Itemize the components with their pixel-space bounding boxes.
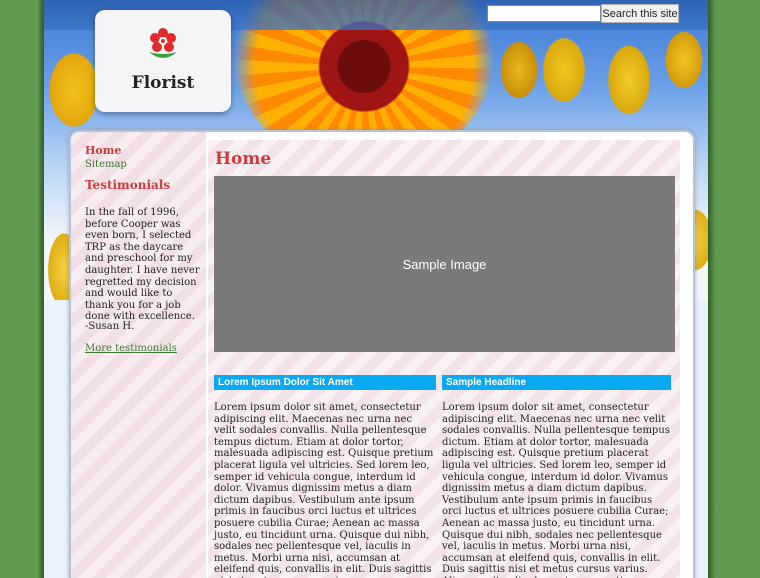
main-content: Home Sample Image Lorem Ipsum Dolor Sit … [208, 140, 680, 578]
sample-image-placeholder: Sample Image [214, 176, 675, 352]
search-button[interactable]: Search this site [601, 4, 679, 23]
flower-icon [149, 28, 177, 58]
column-heading-right: Sample Headline [442, 375, 671, 390]
column-text-right: Lorem ipsum dolor sit amet, consectetur … [442, 402, 670, 578]
content-panel: Home Sitemap Testimonials In the fall of… [69, 130, 695, 578]
page-wrapper: Search this site Florist Home Sitemap Te… [44, 0, 708, 578]
nav-home-link[interactable]: Home [85, 144, 121, 157]
column-heading-left: Lorem Ipsum Dolor Sit Amet [214, 375, 436, 390]
page-background-right [708, 0, 760, 578]
logo-text: Florist [131, 73, 195, 93]
sample-image-label: Sample Image [402, 256, 487, 272]
page-title: Home [215, 149, 272, 169]
testimonial-author: -Susan H. [85, 321, 135, 332]
nav-sitemap-link[interactable]: Sitemap [85, 159, 127, 170]
site-logo[interactable]: Florist [95, 10, 231, 112]
testimonial-quote: In the fall of 1996, before Cooper was e… [85, 207, 200, 323]
search-input[interactable] [487, 5, 601, 22]
page-background-left [0, 0, 44, 578]
more-testimonials-link[interactable]: More testimonials [85, 343, 177, 354]
column-text-left: Lorem ipsum dolor sit amet, consectetur … [214, 402, 434, 578]
sidebar: Home Sitemap Testimonials In the fall of… [71, 132, 206, 578]
testimonials-heading: Testimonials [85, 178, 171, 192]
